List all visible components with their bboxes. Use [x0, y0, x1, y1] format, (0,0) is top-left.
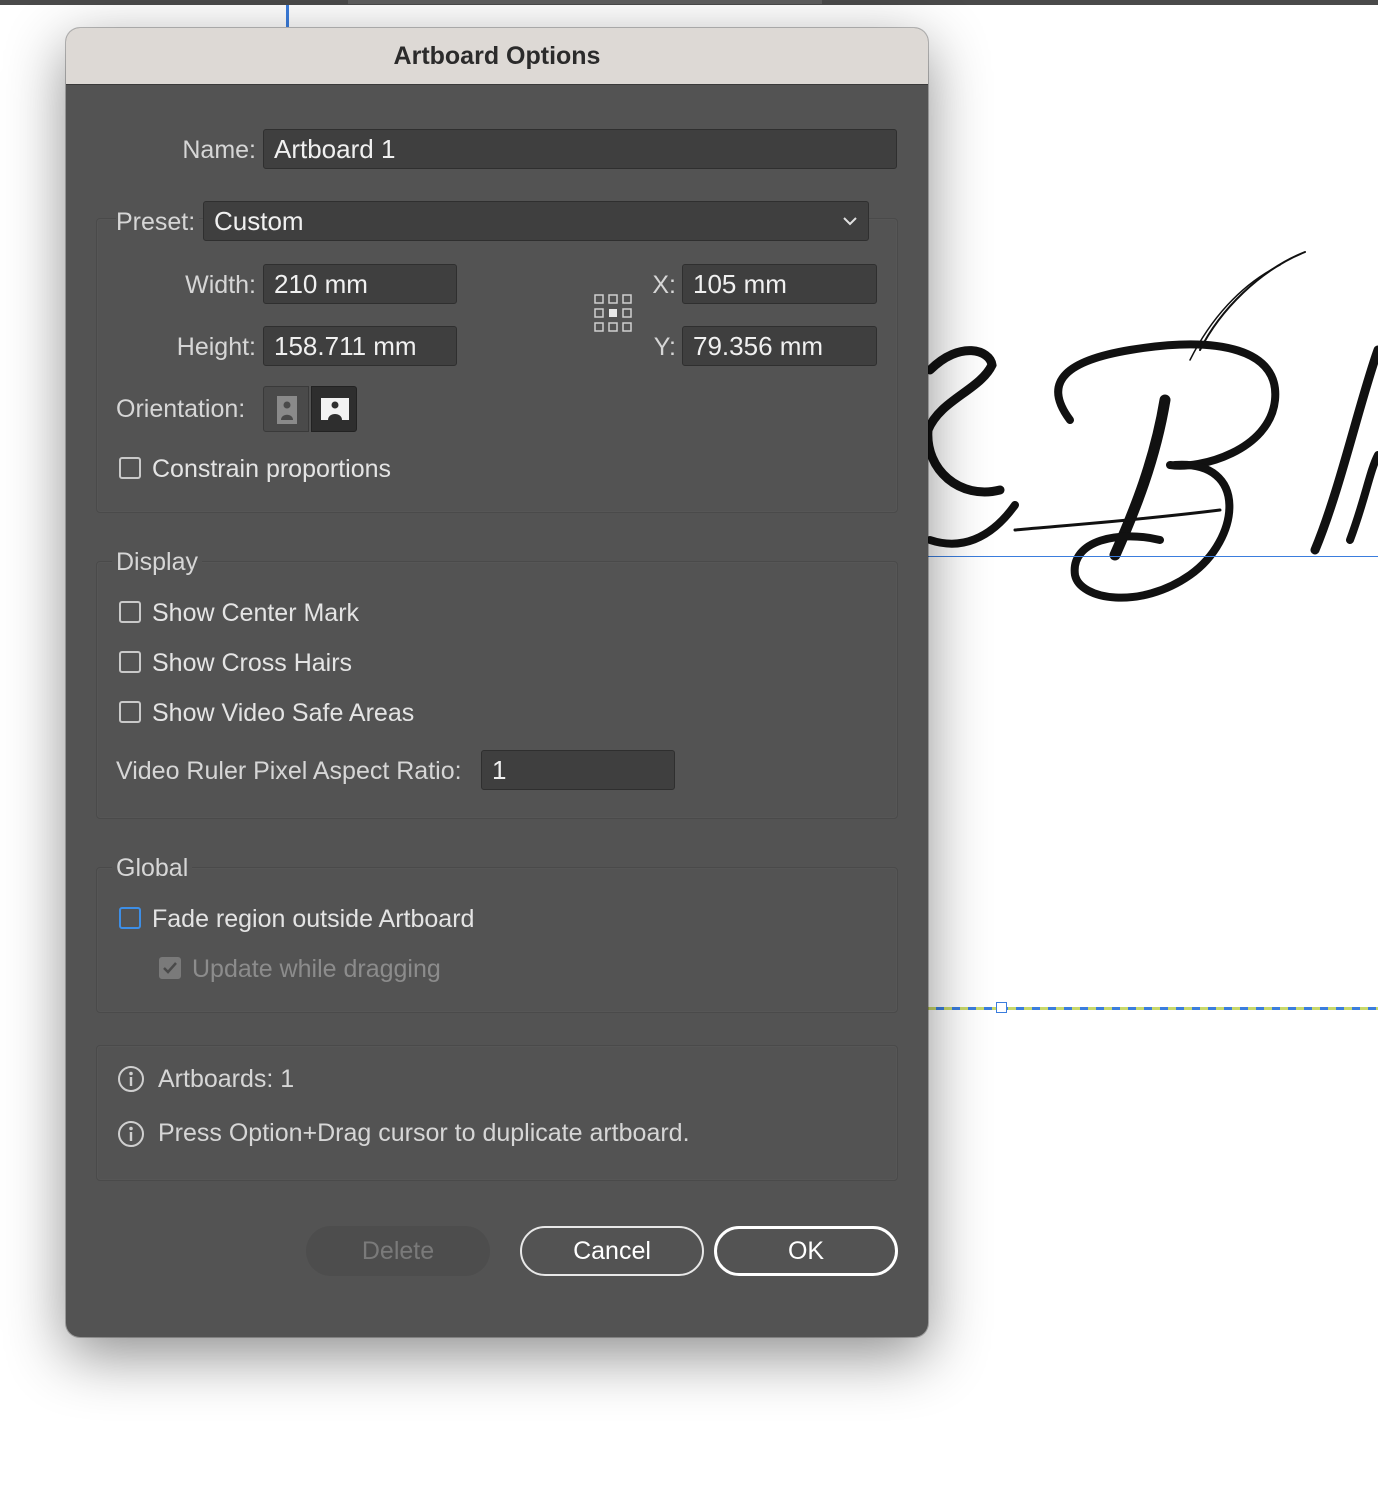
- display-group-title: Display: [112, 547, 202, 577]
- duplicate-hint: Press Option+Drag cursor to duplicate ar…: [158, 1119, 690, 1147]
- checkmark-icon: [163, 962, 177, 974]
- show-center-mark-label[interactable]: Show Center Mark: [152, 598, 359, 628]
- landscape-icon: [321, 398, 349, 420]
- x-label: X:: [652, 271, 676, 299]
- update-while-dragging-label: Update while dragging: [192, 955, 441, 983]
- preset-label: Preset:: [116, 202, 200, 242]
- orientation-label: Orientation:: [116, 395, 246, 423]
- show-center-mark-checkbox[interactable]: [119, 601, 141, 623]
- width-field[interactable]: 210 mm: [263, 264, 457, 304]
- y-label: Y:: [653, 333, 676, 361]
- ok-button[interactable]: OK: [714, 1226, 898, 1276]
- orientation-portrait-button[interactable]: [263, 386, 309, 432]
- ruler-marker: [286, 5, 289, 27]
- artboard-script-artwork: [920, 240, 1378, 630]
- artboard-options-dialog: Artboard Options Name: Artboard 1 Preset…: [66, 28, 928, 1337]
- info-icon: [118, 1121, 144, 1147]
- chevron-down-icon: [843, 217, 857, 226]
- height-label: Height:: [176, 333, 256, 361]
- width-label: Width:: [185, 271, 256, 299]
- update-while-dragging-checkbox: [159, 957, 181, 979]
- fade-region-checkbox[interactable]: [119, 907, 141, 929]
- y-field[interactable]: 79.356 mm: [682, 326, 877, 366]
- name-field[interactable]: Artboard 1: [263, 129, 897, 169]
- video-ratio-field[interactable]: 1: [481, 750, 675, 790]
- height-field[interactable]: 158.711 mm: [263, 326, 457, 366]
- preset-value: Custom: [214, 206, 304, 236]
- fade-region-label[interactable]: Fade region outside Artboard: [152, 904, 474, 934]
- show-video-safe-areas-label[interactable]: Show Video Safe Areas: [152, 698, 414, 728]
- artboards-count: Artboards: 1: [158, 1065, 295, 1093]
- constrain-proportions-checkbox[interactable]: [119, 457, 141, 479]
- preset-select[interactable]: Custom: [203, 201, 869, 241]
- show-video-safe-areas-checkbox[interactable]: [119, 701, 141, 723]
- portrait-icon: [277, 396, 297, 424]
- show-cross-hairs-label[interactable]: Show Cross Hairs: [152, 648, 352, 678]
- global-group-title: Global: [112, 853, 193, 883]
- video-ratio-label: Video Ruler Pixel Aspect Ratio:: [116, 757, 462, 785]
- x-field[interactable]: 105 mm: [682, 264, 877, 304]
- constrain-proportions-label[interactable]: Constrain proportions: [152, 454, 391, 484]
- artboard-resize-handle[interactable]: [996, 1002, 1007, 1013]
- orientation-landscape-button[interactable]: [311, 386, 357, 432]
- app-top-bar-segment: [348, 0, 822, 4]
- artboard-guide-line: [928, 556, 1378, 557]
- delete-button: Delete: [306, 1226, 490, 1276]
- reference-point-icon[interactable]: [593, 293, 633, 333]
- global-group: [96, 867, 898, 1013]
- info-icon: [118, 1066, 144, 1092]
- cancel-button[interactable]: Cancel: [520, 1226, 704, 1276]
- show-cross-hairs-checkbox[interactable]: [119, 651, 141, 673]
- name-label: Name:: [182, 136, 256, 164]
- dialog-title: Artboard Options: [66, 28, 928, 85]
